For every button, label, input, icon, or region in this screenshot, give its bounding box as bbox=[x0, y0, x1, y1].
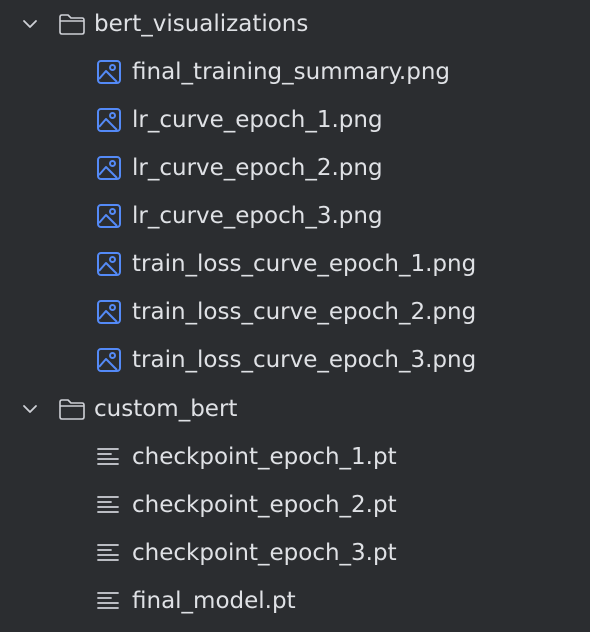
image-file-icon bbox=[96, 203, 122, 229]
folder-icon bbox=[58, 397, 86, 421]
file-name: train_loss_curve_epoch_3.png bbox=[132, 347, 477, 373]
file-name: lr_curve_epoch_3.png bbox=[132, 203, 383, 229]
file-name: checkpoint_epoch_1.pt bbox=[132, 444, 397, 470]
image-file-icon bbox=[96, 155, 122, 181]
folder-row-custom-bert[interactable]: custom_bert bbox=[0, 385, 590, 433]
image-file-icon bbox=[96, 299, 122, 325]
file-row[interactable]: lr_curve_epoch_2.png bbox=[0, 144, 590, 192]
image-file-icon bbox=[96, 107, 122, 133]
text-file-icon bbox=[96, 492, 122, 518]
file-row[interactable]: final_model.pt bbox=[0, 577, 590, 625]
image-file-icon bbox=[96, 59, 122, 85]
folder-name: custom_bert bbox=[94, 396, 238, 422]
file-row[interactable]: checkpoint_epoch_2.pt bbox=[0, 481, 590, 529]
chevron-down-icon[interactable] bbox=[20, 14, 40, 34]
text-file-icon bbox=[96, 540, 122, 566]
file-name: final_model.pt bbox=[132, 588, 296, 614]
file-name: train_loss_curve_epoch_2.png bbox=[132, 299, 477, 325]
file-row[interactable]: lr_curve_epoch_1.png bbox=[0, 96, 590, 144]
folder-name: bert_visualizations bbox=[94, 11, 309, 37]
chevron-down-icon[interactable] bbox=[20, 399, 40, 419]
file-row[interactable]: train_loss_curve_epoch_1.png bbox=[0, 240, 590, 288]
folder-icon bbox=[58, 12, 86, 36]
file-name: train_loss_curve_epoch_1.png bbox=[132, 251, 477, 277]
text-file-icon bbox=[96, 444, 122, 470]
file-name: final_training_summary.png bbox=[132, 59, 450, 85]
file-name: checkpoint_epoch_3.pt bbox=[132, 540, 397, 566]
text-file-icon bbox=[96, 588, 122, 614]
file-row[interactable]: final_training_summary.png bbox=[0, 48, 590, 96]
image-file-icon bbox=[96, 251, 122, 277]
file-row[interactable]: train_loss_curve_epoch_2.png bbox=[0, 288, 590, 336]
file-row[interactable]: checkpoint_epoch_1.pt bbox=[0, 433, 590, 481]
folder-row-bert-visualizations[interactable]: bert_visualizations bbox=[0, 0, 590, 48]
file-name: lr_curve_epoch_2.png bbox=[132, 155, 383, 181]
file-name: checkpoint_epoch_2.pt bbox=[132, 492, 397, 518]
file-name: lr_curve_epoch_1.png bbox=[132, 107, 383, 133]
project-file-tree: bert_visualizations final_training_summa… bbox=[0, 0, 590, 632]
file-row[interactable]: train_loss_curve_epoch_3.png bbox=[0, 336, 590, 384]
image-file-icon bbox=[96, 347, 122, 373]
file-row[interactable]: lr_curve_epoch_3.png bbox=[0, 192, 590, 240]
file-row[interactable]: checkpoint_epoch_3.pt bbox=[0, 529, 590, 577]
